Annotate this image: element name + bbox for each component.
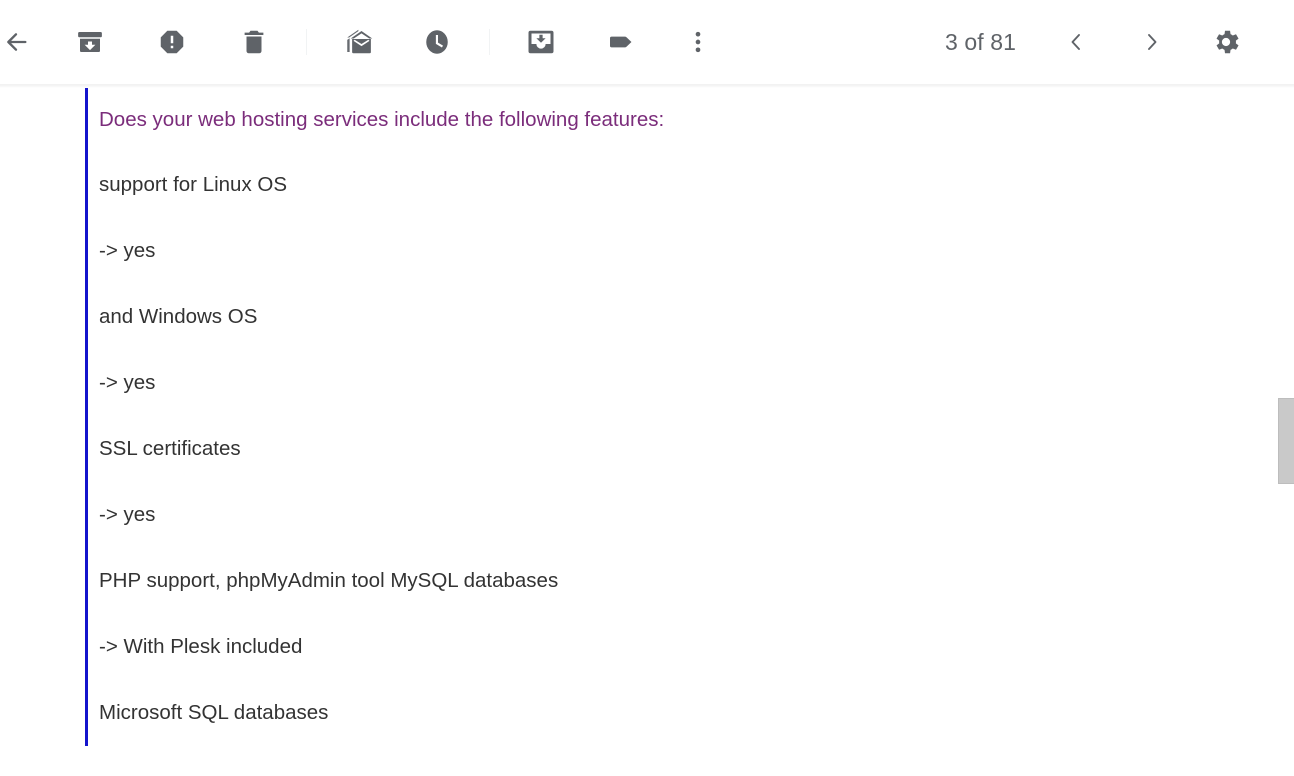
message-line: -> yes <box>99 503 156 526</box>
message-toolbar: 3 of 81 <box>0 0 1294 84</box>
back-button[interactable] <box>0 18 40 66</box>
move-to-button[interactable] <box>517 18 565 66</box>
message-line: Microsoft SQL databases <box>99 701 329 724</box>
pagination-count: 3 of 81 <box>944 28 1016 55</box>
report-spam-button[interactable] <box>148 18 196 66</box>
labels-button[interactable] <box>598 18 646 66</box>
clock-icon <box>422 27 452 57</box>
newer-message-button[interactable] <box>1052 18 1100 66</box>
message-line: PHP support, phpMyAdmin tool MySQL datab… <box>99 569 559 592</box>
message-line: -> yes <box>99 371 156 394</box>
chevron-right-icon <box>1140 30 1164 54</box>
message-line: support for Linux OS <box>99 173 288 196</box>
scrollbar-track[interactable] <box>1278 88 1294 776</box>
chevron-left-icon <box>1064 30 1088 54</box>
message-line: Does your web hosting services include t… <box>99 108 665 131</box>
more-vertical-icon <box>684 28 712 56</box>
toolbar-divider-1 <box>306 29 307 55</box>
snooze-button[interactable] <box>413 18 461 66</box>
message-line: SSL certificates <box>99 437 241 460</box>
scrollbar-thumb[interactable] <box>1278 398 1294 484</box>
archive-button[interactable] <box>66 18 114 66</box>
report-spam-icon <box>157 27 187 57</box>
trash-icon <box>239 27 269 57</box>
message-body-area: Does your web hosting services include t… <box>0 88 1294 776</box>
move-to-inbox-icon <box>526 27 556 57</box>
message-line: -> yes <box>99 239 156 262</box>
back-arrow-icon <box>2 28 30 56</box>
older-message-button[interactable] <box>1128 18 1176 66</box>
message-line: -> With Plesk included <box>99 635 303 658</box>
email-message-view: 3 of 81 Does your web hosting services i… <box>0 0 1294 776</box>
quoted-message-block: Does your web hosting services include t… <box>85 88 1235 746</box>
toolbar-divider-2 <box>489 29 490 55</box>
mark-unread-icon <box>344 27 374 57</box>
label-tag-icon <box>606 26 638 58</box>
message-line: and Windows OS <box>99 305 258 328</box>
more-options-button[interactable] <box>674 18 722 66</box>
gear-icon <box>1210 26 1242 58</box>
mark-unread-button[interactable] <box>335 18 383 66</box>
delete-button[interactable] <box>230 18 278 66</box>
settings-button[interactable] <box>1202 18 1250 66</box>
archive-icon <box>75 27 105 57</box>
